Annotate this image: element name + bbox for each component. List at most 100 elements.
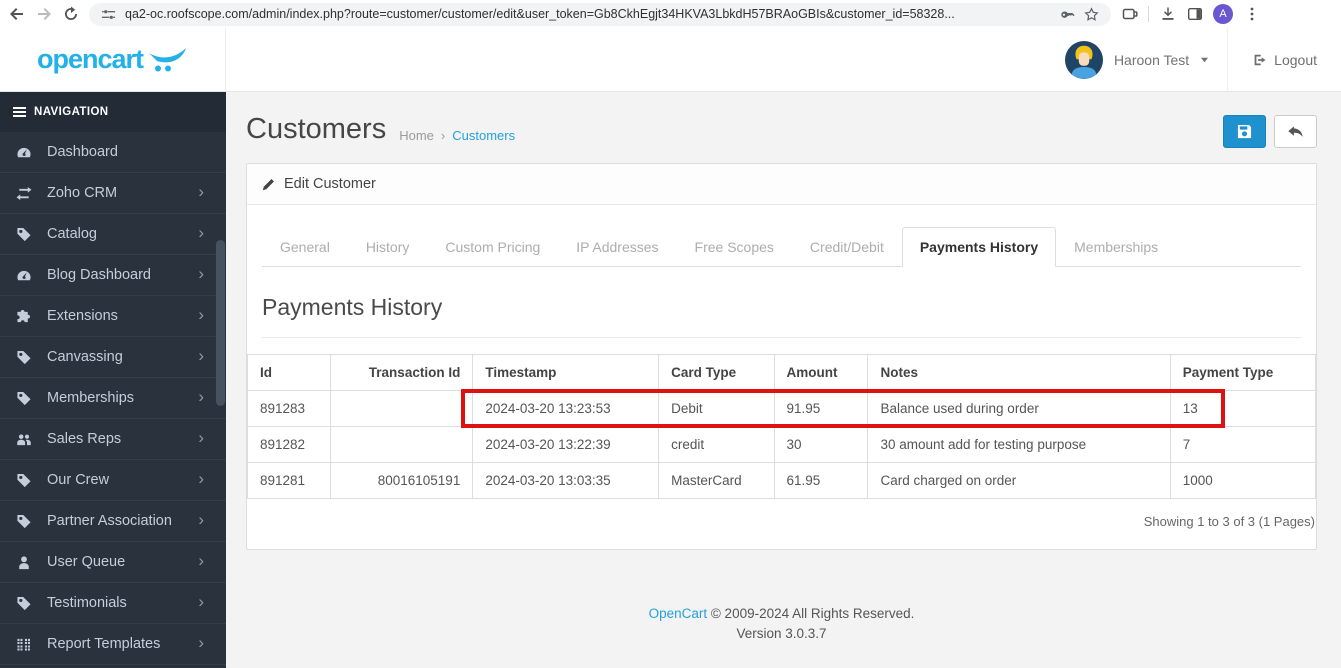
nav-title-label: NAVIGATION (34, 106, 109, 118)
sidebar-item-label: Report Templates (47, 636, 161, 652)
back-button[interactable] (1274, 115, 1317, 148)
user-name: Haroon Test (1113, 51, 1190, 68)
grid-icon (16, 636, 35, 652)
menu-kebab-icon[interactable] (1243, 6, 1260, 23)
sidebar-item-our-crew[interactable]: Our Crew › (0, 460, 226, 501)
extensions-icon[interactable] (1121, 6, 1138, 23)
table-cell: 891281 (246, 462, 332, 499)
opencart-footer-link[interactable]: OpenCart (649, 606, 708, 621)
sidebar-item-label: Blog Dashboard (47, 267, 151, 283)
chevron-right-icon: › (198, 305, 204, 325)
chevron-right-icon: › (198, 510, 204, 530)
panel-heading: Edit Customer (247, 164, 1316, 205)
sidebar-item-memberships[interactable]: Memberships › (0, 378, 226, 419)
table-cell: 2024-03-20 13:23:53 (472, 390, 660, 427)
tab-ip-addresses[interactable]: IP Addresses (558, 227, 676, 267)
download-icon[interactable] (1159, 6, 1176, 23)
save-floppy-icon (1237, 124, 1252, 139)
reply-arrow-icon (1288, 126, 1303, 137)
address-bar[interactable]: qa2-oc.roofscope.com/admin/index.php?rou… (89, 2, 1111, 26)
tag-icon (16, 472, 35, 488)
head-buttons (1223, 115, 1317, 148)
table-cell: 91.95 (773, 390, 869, 427)
sidebar-item-catalog[interactable]: Catalog › (0, 214, 226, 255)
browser-toolbar: qa2-oc.roofscope.com/admin/index.php?rou… (0, 0, 1341, 28)
sidebar-item-canvassing[interactable]: Canvassing › (0, 337, 226, 378)
table-header-row: Id Transaction Id Timestamp Card Type Amount… (246, 354, 1317, 391)
column-header-timestamp: Timestamp (472, 354, 660, 391)
header-right: Haroon Test Logout (226, 28, 1341, 91)
tag-icon (16, 513, 35, 529)
footer: OpenCart © 2009-2024 All Rights Reserved… (246, 606, 1317, 641)
chevron-right-icon: › (198, 387, 204, 407)
sidebar-item-dashboard[interactable]: Dashboard (0, 132, 226, 173)
sidebar-item-report-templates[interactable]: Report Templates › (0, 624, 226, 665)
side-panel-icon[interactable] (1186, 6, 1203, 23)
copyright-line: OpenCart © 2009-2024 All Rights Reserved… (246, 606, 1317, 621)
chevron-right-icon: › (198, 592, 204, 612)
site-info-icon[interactable] (101, 7, 116, 22)
column-header-card-type: Card Type (658, 354, 775, 391)
copyright-text: © 2009-2024 All Rights Reserved. (707, 606, 915, 621)
pagination-text: Showing 1 to 3 of 3 (1 Pages) (1143, 514, 1315, 529)
table-cell (330, 390, 474, 427)
page-head: Customers Home › Customers (246, 92, 1317, 148)
chevron-right-icon: › (198, 469, 204, 489)
sidebar-menu: Dashboard Zoho CRM › Catalog › Blog Dashboard… (0, 132, 226, 665)
bookmark-star-icon[interactable] (1084, 6, 1099, 22)
tab-general[interactable]: General (262, 227, 348, 267)
sidebar-item-label: Extensions (47, 308, 118, 324)
sidebar-item-extensions[interactable]: Extensions › (0, 296, 226, 337)
user-menu[interactable]: Haroon Test (1047, 28, 1227, 91)
app-header: opencart Haroon Test Logout (0, 28, 1341, 92)
payments-table-wrap: Id Transaction Id Timestamp Card Type Amount… (246, 354, 1317, 499)
back-icon[interactable] (8, 6, 25, 23)
puzzle-icon (16, 308, 35, 324)
breadcrumb-customers[interactable]: Customers (452, 128, 515, 143)
url-text[interactable]: qa2-oc.roofscope.com/admin/index.php?rou… (125, 7, 1051, 21)
breadcrumb-home[interactable]: Home (399, 128, 434, 143)
sidebar-item-user-queue[interactable]: User Queue › (0, 542, 226, 583)
sidebar-item-label: Catalog (47, 226, 97, 242)
browser-profile-avatar[interactable]: A (1213, 4, 1233, 24)
forward-icon[interactable] (35, 6, 52, 23)
table-cell: credit (658, 426, 775, 463)
panel-heading-label: Edit Customer (284, 176, 376, 192)
table-cell: 80016105191 (330, 462, 474, 499)
column-header-amount: Amount (773, 354, 869, 391)
user-avatar (1064, 40, 1103, 79)
sidebar-item-zoho-crm[interactable]: Zoho CRM › (0, 173, 226, 214)
tag-icon (16, 390, 35, 406)
column-header-notes: Notes (867, 354, 1171, 391)
tab-free-scopes[interactable]: Free Scopes (677, 227, 792, 267)
sidebar-scrollbar[interactable] (216, 240, 225, 406)
key-icon[interactable] (1060, 7, 1075, 22)
sidebar-item-label: Dashboard (47, 144, 118, 160)
chevron-right-icon: › (198, 223, 204, 243)
main-content: Customers Home › Customers Edit Customer (226, 92, 1341, 668)
sidebar-item-sales-reps[interactable]: Sales Reps › (0, 419, 226, 460)
chevron-right-icon: › (198, 633, 204, 653)
table-cell: 2024-03-20 13:22:39 (472, 426, 660, 463)
tab-custom-pricing[interactable]: Custom Pricing (427, 227, 558, 267)
table-cell (330, 426, 474, 463)
tab-history[interactable]: History (348, 227, 428, 267)
users-icon (16, 431, 35, 447)
tab-credit-debit[interactable]: Credit/Debit (792, 227, 902, 267)
logout-button[interactable]: Logout (1227, 28, 1341, 91)
table-cell: Balance used during order (867, 390, 1171, 427)
sidebar-nav-title: NAVIGATION (0, 92, 226, 132)
save-button[interactable] (1223, 115, 1266, 148)
tab-payments-history[interactable]: Payments History (901, 227, 1057, 267)
section-title: Payments History (262, 294, 1301, 338)
tab-bar: General History Custom Pricing IP Addresses… (262, 227, 1301, 267)
opencart-logo[interactable]: opencart (0, 28, 226, 91)
reload-icon[interactable] (62, 6, 79, 23)
breadcrumb: Home › Customers (399, 128, 515, 143)
tab-memberships[interactable]: Memberships (1056, 227, 1176, 267)
sidebar-item-partner-association[interactable]: Partner Association › (0, 501, 226, 542)
table-cell: 891283 (246, 390, 332, 427)
sidebar-item-blog-dashboard[interactable]: Blog Dashboard › (0, 255, 226, 296)
sidebar-item-testimonials[interactable]: Testimonials › (0, 583, 226, 624)
table-row: 891281 80016105191 2024-03-20 13:03:35 Mast… (246, 462, 1317, 499)
